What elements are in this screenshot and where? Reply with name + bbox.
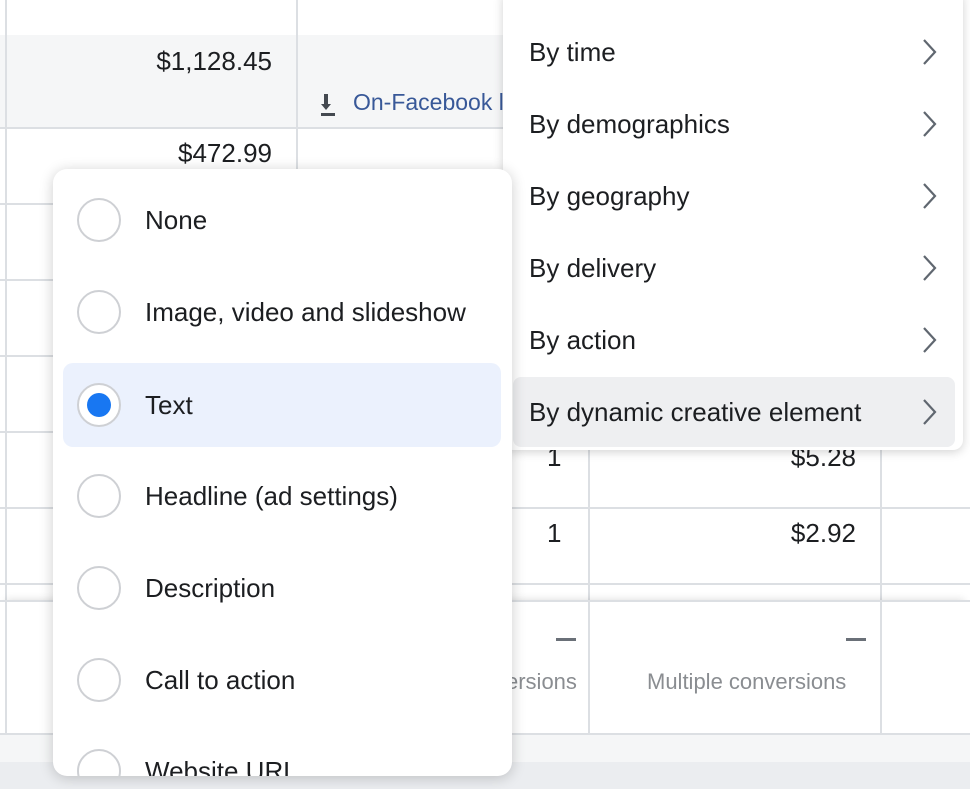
breakdown-menu: By time By demographics By geography By … bbox=[503, 0, 963, 450]
radio-option-description[interactable]: Description bbox=[63, 546, 501, 630]
radio-option-image-video-slideshow[interactable]: Image, video and slideshow bbox=[63, 270, 501, 354]
radio-option-headline[interactable]: Headline (ad settings) bbox=[63, 454, 501, 538]
row-divider bbox=[500, 583, 970, 585]
cost-cell: $2.92 bbox=[790, 518, 856, 548]
radio-dot-icon bbox=[87, 393, 111, 417]
menu-item-by-time[interactable]: By time bbox=[513, 17, 955, 87]
chevron-right-icon bbox=[921, 326, 937, 354]
menu-item-label: By action bbox=[529, 324, 636, 355]
menu-item-by-delivery[interactable]: By delivery bbox=[513, 233, 955, 303]
row-divider bbox=[0, 583, 60, 585]
chevron-right-icon bbox=[921, 110, 937, 138]
menu-item-by-action[interactable]: By action bbox=[513, 305, 955, 375]
radio-option-label: Description bbox=[145, 572, 276, 603]
radio-option-label: Call to action bbox=[145, 664, 296, 695]
radio-button-selected[interactable] bbox=[77, 383, 121, 427]
menu-item-by-demographics[interactable]: By demographics bbox=[513, 89, 955, 159]
radio-option-text[interactable]: Text bbox=[63, 363, 501, 447]
download-icon bbox=[318, 92, 338, 118]
radio-button[interactable] bbox=[77, 566, 121, 610]
radio-option-label: None bbox=[145, 204, 208, 235]
dynamic-creative-submenu: None Image, video and slideshow Text Hea… bbox=[53, 169, 512, 776]
chevron-right-icon bbox=[921, 398, 937, 426]
summary-dash bbox=[846, 638, 866, 641]
result-count-cell: 1 bbox=[547, 518, 562, 548]
radio-button[interactable] bbox=[77, 749, 121, 776]
row-divider bbox=[0, 431, 60, 433]
chevron-right-icon bbox=[921, 182, 937, 210]
summary-dash bbox=[556, 638, 576, 641]
radio-option-website-url[interactable]: Website URL bbox=[63, 729, 501, 776]
radio-option-label: Headline (ad settings) bbox=[145, 480, 398, 511]
radio-option-label: Website URL bbox=[145, 755, 298, 777]
menu-item-by-dynamic-creative-element[interactable]: By dynamic creative element bbox=[513, 377, 955, 447]
radio-button[interactable] bbox=[77, 658, 121, 702]
row-divider bbox=[0, 507, 60, 509]
menu-item-label: By demographics bbox=[529, 108, 730, 139]
column-divider bbox=[296, 0, 298, 170]
menu-item-label: By delivery bbox=[529, 252, 657, 283]
menu-item-label: By dynamic creative element bbox=[529, 396, 862, 427]
ad-placement-link[interactable]: On-Facebook l bbox=[353, 89, 503, 116]
chevron-right-icon bbox=[921, 254, 937, 282]
amount-spent-cell: $472.99 bbox=[178, 138, 272, 168]
radio-button[interactable] bbox=[77, 198, 121, 242]
menu-item-label: By time bbox=[529, 36, 616, 67]
multiple-conversions-footer-label: Multiple conversions bbox=[647, 669, 847, 694]
row-divider bbox=[500, 507, 970, 509]
radio-option-label: Image, video and slideshow bbox=[145, 296, 466, 327]
amount-spent-cell: $1,128.45 bbox=[156, 46, 272, 76]
row-divider bbox=[0, 355, 60, 357]
radio-option-call-to-action[interactable]: Call to action bbox=[63, 638, 501, 722]
radio-option-label: Text bbox=[145, 389, 193, 420]
radio-button[interactable] bbox=[77, 290, 121, 334]
radio-button[interactable] bbox=[77, 474, 121, 518]
row-divider bbox=[0, 279, 60, 281]
row-divider bbox=[0, 203, 60, 205]
row-divider bbox=[0, 127, 505, 129]
conversions-footer-label: ersions bbox=[506, 669, 577, 694]
radio-option-none[interactable]: None bbox=[63, 178, 501, 262]
menu-item-label: By geography bbox=[529, 180, 690, 211]
menu-item-by-geography[interactable]: By geography bbox=[513, 161, 955, 231]
chevron-right-icon bbox=[921, 38, 937, 66]
